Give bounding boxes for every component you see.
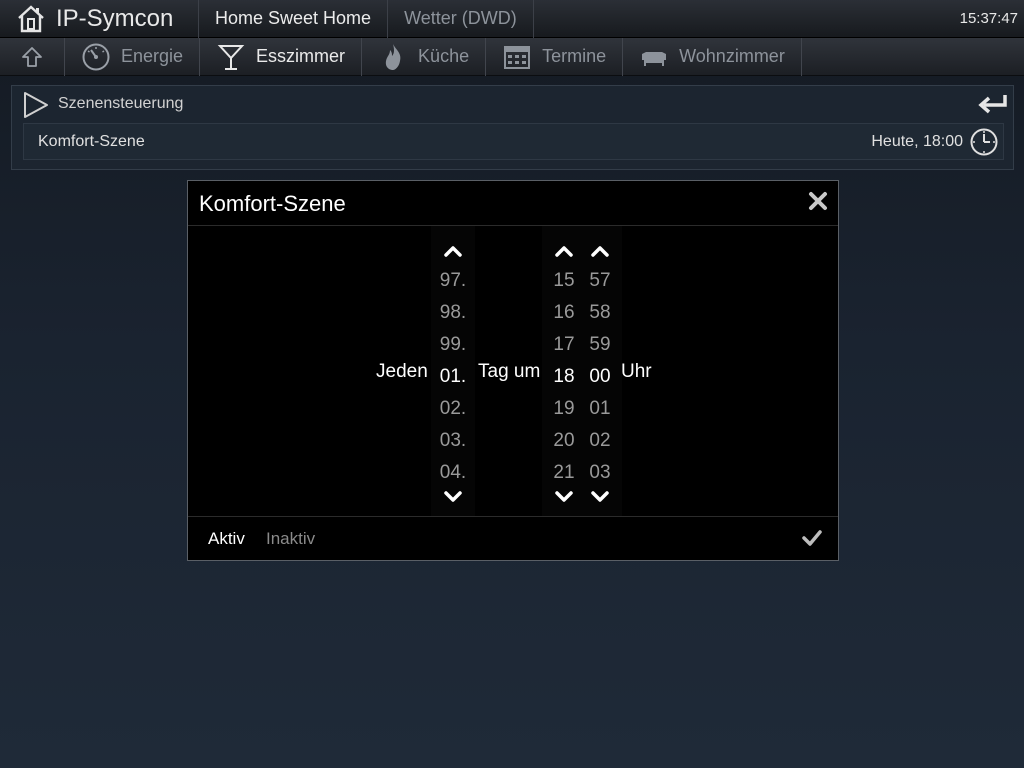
- brand[interactable]: IP-Symcon: [0, 0, 199, 38]
- hour-up-chevron-icon[interactable]: [554, 244, 574, 258]
- scene-schedule: Heute, 18:00: [871, 133, 963, 150]
- day-option[interactable]: 97.: [431, 265, 475, 297]
- tab-home-sweet-home[interactable]: Home Sweet Home: [199, 0, 389, 38]
- nav-up-button[interactable]: [0, 37, 65, 76]
- dialog-title: Komfort-Szene: [199, 191, 346, 216]
- home-icon: [18, 4, 44, 32]
- nav-item-label: Wohnzimmer: [679, 46, 785, 66]
- dialog-divider: [188, 225, 838, 226]
- clock: 15:37:47: [959, 10, 1018, 27]
- hour-down-chevron-icon[interactable]: [554, 490, 574, 504]
- dialog-footer-divider: [188, 516, 838, 517]
- calendar-icon: [504, 45, 531, 69]
- nav-item-termine[interactable]: Termine: [486, 37, 624, 76]
- status-aktiv-option[interactable]: Aktiv: [208, 529, 245, 549]
- scene-name: Komfort-Szene: [38, 133, 145, 150]
- clock-icon: [970, 128, 998, 156]
- nav-item-energie[interactable]: Energie: [65, 37, 201, 76]
- nav-item-label: Termine: [542, 46, 607, 66]
- scene-row-komfort[interactable]: Komfort-Szene Heute, 18:00: [23, 123, 1004, 160]
- day-up-chevron-icon[interactable]: [443, 244, 463, 258]
- flame-icon: [385, 43, 401, 70]
- nav-item-label: Esszimmer: [256, 46, 346, 66]
- day-option[interactable]: 04.: [431, 457, 475, 489]
- arrow-up-icon: [22, 46, 42, 67]
- day-option[interactable]: 98.: [431, 297, 475, 329]
- day-picker[interactable]: 97. 98. 99. 01. 02. 03. 04.: [431, 265, 475, 489]
- day-down-chevron-icon[interactable]: [443, 490, 463, 504]
- sofa-icon: [642, 51, 667, 66]
- top-bar: IP-Symcon Home Sweet Home Wetter (DWD) 1…: [0, 0, 1024, 38]
- day-option[interactable]: 02.: [431, 393, 475, 425]
- minute-down-chevron-icon[interactable]: [590, 490, 610, 504]
- minute-option[interactable]: 59: [578, 329, 622, 361]
- panel-header: Szenensteuerung: [12, 86, 1013, 122]
- minute-option[interactable]: 03: [578, 457, 622, 489]
- minute-up-chevron-icon[interactable]: [590, 244, 610, 258]
- close-icon[interactable]: [808, 191, 828, 211]
- app-title: IP-Symcon: [56, 4, 174, 32]
- nav-item-kueche[interactable]: Küche: [362, 37, 487, 76]
- minute-selected[interactable]: 00: [578, 361, 622, 393]
- nav-item-wohnzimmer[interactable]: Wohnzimmer: [623, 37, 802, 76]
- nav-item-label: Energie: [121, 46, 184, 66]
- schedule-dialog: Komfort-Szene 97. 98. 99. 01. 02. 03. 04…: [187, 180, 839, 561]
- tab-wetter[interactable]: Wetter (DWD): [388, 0, 534, 38]
- nav-item-esszimmer[interactable]: Esszimmer: [200, 37, 363, 76]
- day-option[interactable]: 03.: [431, 425, 475, 457]
- cocktail-glass-icon: [217, 44, 245, 70]
- gauge-icon: [82, 43, 110, 70]
- return-arrow-icon[interactable]: [977, 92, 1009, 116]
- nav-item-label: Küche: [418, 46, 470, 66]
- minute-option[interactable]: 57: [578, 265, 622, 297]
- day-selected[interactable]: 01.: [431, 361, 475, 393]
- minute-option[interactable]: 58: [578, 297, 622, 329]
- mid-label: Tag um: [478, 361, 541, 382]
- play-icon: [24, 92, 48, 118]
- minute-option[interactable]: 02: [578, 425, 622, 457]
- status-inaktiv-option[interactable]: Inaktiv: [266, 529, 315, 549]
- minute-option[interactable]: 01: [578, 393, 622, 425]
- day-option[interactable]: 99.: [431, 329, 475, 361]
- nav-bar: Energie Esszimmer Küche Termine Wohnzimm…: [0, 37, 1024, 76]
- suffix-label: Uhr: [621, 361, 652, 382]
- prefix-label: Jeden: [376, 361, 428, 382]
- confirm-check-icon[interactable]: [802, 529, 822, 547]
- scene-panel: Szenensteuerung Komfort-Szene Heute, 18:…: [11, 85, 1014, 170]
- minute-picker[interactable]: 57 58 59 00 01 02 03: [578, 265, 622, 489]
- panel-title: Szenensteuerung: [58, 95, 184, 112]
